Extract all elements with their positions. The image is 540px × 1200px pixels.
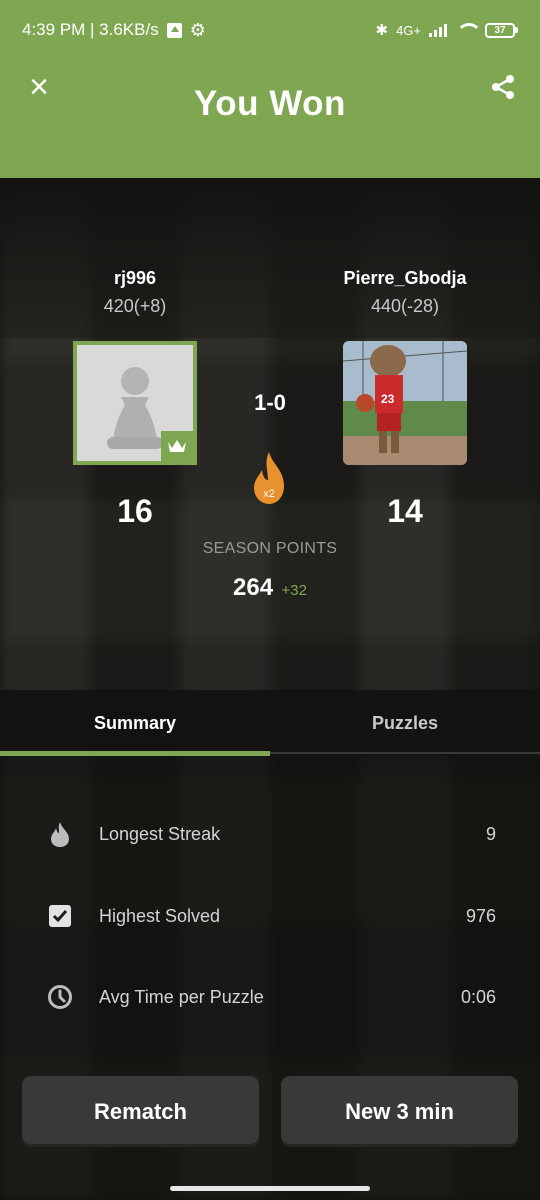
- tab-summary[interactable]: Summary: [0, 690, 270, 756]
- home-indicator[interactable]: [170, 1186, 370, 1191]
- player-left-points: 16: [117, 493, 153, 529]
- player-left-rating: 420(+8): [103, 296, 167, 316]
- svg-text:23: 23: [381, 392, 395, 406]
- stat-label: Longest Streak: [99, 823, 221, 844]
- stat-value: 9: [485, 823, 496, 844]
- wifi-icon: [455, 23, 482, 37]
- new-game-button[interactable]: New 3 min: [281, 1076, 518, 1147]
- stat-label: Avg Time per Puzzle: [99, 986, 264, 1007]
- status-time-speed: 4:39 PM | 3.6KB/s: [22, 20, 159, 39]
- player-left-name: rj996: [113, 268, 157, 288]
- result-header: × You Won: [0, 60, 540, 178]
- checkbox-icon: [47, 903, 73, 929]
- page-title: You Won: [194, 84, 346, 123]
- tab-divider: [270, 752, 540, 754]
- stat-row-highest-solved: Highest Solved 976: [0, 896, 540, 936]
- player-right-rating: 440(-28): [370, 296, 440, 316]
- flame-icon: [47, 821, 73, 847]
- stat-row-longest-streak: Longest Streak 9: [0, 814, 540, 854]
- stat-value: 0:06: [460, 986, 496, 1007]
- clock-icon: [47, 984, 73, 1010]
- stat-value: 976: [465, 905, 496, 926]
- tab-bar: Summary Puzzles: [0, 690, 540, 756]
- bluetooth-icon: ✱: [375, 22, 389, 39]
- season-points-value: 264: [233, 574, 274, 601]
- player-left-avatar[interactable]: [73, 341, 197, 465]
- season-points-delta: +32: [281, 582, 307, 599]
- rematch-button[interactable]: Rematch: [22, 1076, 259, 1147]
- player-right-name: Pierre_Gbodja: [343, 268, 467, 288]
- player-right-avatar[interactable]: 23: [343, 341, 467, 465]
- gear-icon: ⚙: [189, 20, 206, 40]
- flame-multiplier-icon: x2: [250, 450, 288, 506]
- match-score: 1-0: [254, 390, 286, 415]
- battery-icon: 37: [485, 22, 518, 38]
- tab-puzzles[interactable]: Puzzles: [270, 690, 540, 756]
- battery-level: 37: [485, 22, 515, 38]
- season-points: 264 +32: [170, 574, 370, 602]
- stat-row-avg-time: Avg Time per Puzzle 0:06: [0, 977, 540, 1017]
- status-bar: 4:39 PM | 3.6KB/s ⚙ ✱ 4G+ 37: [0, 0, 540, 60]
- signal-icon: [429, 23, 447, 37]
- network-label: 4G+: [396, 22, 421, 38]
- crown-icon: [161, 431, 193, 461]
- player-right-points: 14: [387, 493, 423, 529]
- upload-icon: [166, 22, 182, 38]
- stat-label: Highest Solved: [99, 905, 221, 926]
- season-points-label: SEASON POINTS: [202, 540, 338, 557]
- avatar-photo: 23: [343, 341, 467, 465]
- multiplier-label: x2: [263, 488, 275, 500]
